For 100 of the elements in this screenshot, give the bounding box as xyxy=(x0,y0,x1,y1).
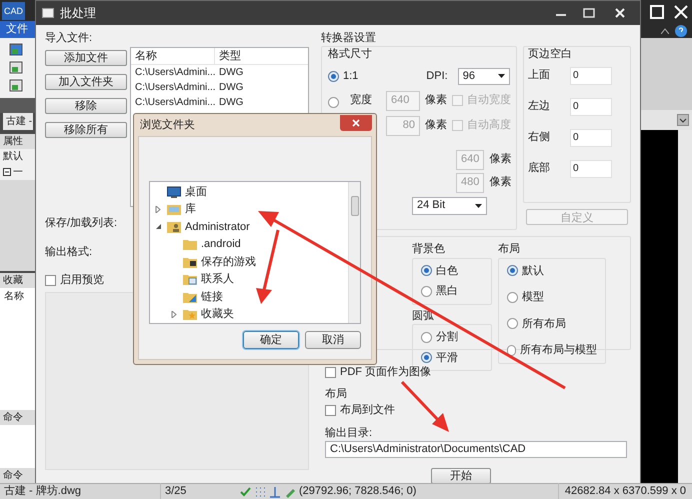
tree-item[interactable]: 桌面 xyxy=(185,184,207,200)
margin-field[interactable]: 0 xyxy=(570,160,612,178)
option-label: 默认 xyxy=(522,264,544,278)
user-folder-icon xyxy=(167,220,181,233)
radio-button[interactable] xyxy=(507,265,518,276)
action-button[interactable]: 添加文件 xyxy=(45,50,127,66)
window-icon xyxy=(42,6,54,19)
window-title: 浏览文件夹 xyxy=(139,118,195,133)
tree-item[interactable]: Administrator xyxy=(185,218,250,235)
caret-icon xyxy=(475,204,482,208)
tree-item[interactable]: 联系人 xyxy=(201,271,234,288)
close-icon xyxy=(352,119,360,127)
tree-item[interactable]: 库 xyxy=(185,201,196,218)
command-line-area xyxy=(0,424,36,468)
field-label: 保存/加载列表: xyxy=(45,216,118,231)
option-label: 白色 xyxy=(436,264,458,278)
panel-title: 收藏 xyxy=(0,272,36,288)
grid-icon[interactable] xyxy=(254,486,266,498)
color-depth-dropdown[interactable]: 24 Bit xyxy=(412,196,487,214)
toolbar-icon[interactable] xyxy=(9,78,23,92)
radio-button[interactable] xyxy=(421,265,432,276)
toolbar-icon[interactable] xyxy=(9,42,23,56)
radio-button[interactable] xyxy=(421,286,432,297)
maximize-icon[interactable] xyxy=(650,5,664,19)
folder-tree[interactable]: 桌面 库 Administrator .android 保存的游戏 联系人 链接 收藏夹 xyxy=(149,181,361,324)
expanded-arrow-icon[interactable] xyxy=(155,223,162,230)
field-label: 上面 xyxy=(528,68,551,84)
unit-label: 像素 xyxy=(489,174,512,190)
desktop-icon xyxy=(167,186,181,198)
collapsed-arrow-icon[interactable] xyxy=(155,206,162,213)
margin-field[interactable]: 0 xyxy=(570,128,612,146)
dialog-button[interactable]: 确定 xyxy=(243,331,299,349)
checkbox-label: 自动宽度 xyxy=(467,92,511,108)
window-title: 批处理 xyxy=(60,4,96,22)
scrollbar[interactable] xyxy=(678,130,692,483)
section-label: 一 xyxy=(13,166,23,180)
margin-field[interactable]: 0 xyxy=(570,98,612,116)
column-header[interactable]: 类型 xyxy=(215,48,245,64)
property-label: 默认 xyxy=(0,148,36,164)
field-label: 右侧 xyxy=(528,130,551,146)
dialog-button[interactable]: 取消 xyxy=(305,331,361,349)
tree-item[interactable]: 保存的游戏 xyxy=(201,254,256,270)
field-label: 底部 xyxy=(528,160,551,176)
checkbox[interactable] xyxy=(325,404,336,416)
column-header: 名称 xyxy=(0,288,36,306)
checkbox-label: PDF 页面作为图像 xyxy=(340,365,432,380)
scrollbar[interactable] xyxy=(348,182,360,323)
option-label: 分割 xyxy=(436,330,458,345)
close-icon[interactable] xyxy=(674,5,688,19)
option-label: 平滑 xyxy=(436,350,458,366)
table-cell-text: DWG xyxy=(218,96,244,110)
radio-button[interactable] xyxy=(328,70,339,82)
checkbox[interactable] xyxy=(45,274,56,286)
margin-field[interactable]: 0 xyxy=(570,66,612,84)
toolbar-icon[interactable] xyxy=(9,60,23,74)
table-cell-text: DWG xyxy=(218,66,244,80)
help-icon[interactable] xyxy=(675,25,687,37)
tree-item[interactable]: .android xyxy=(201,236,241,252)
output-directory-field[interactable]: C:\Users\Administrator\Documents\CAD xyxy=(325,441,627,458)
collapse-icon[interactable] xyxy=(3,168,11,176)
collapsed-arrow-icon[interactable] xyxy=(171,310,178,318)
tree-item[interactable]: 链接 xyxy=(201,288,223,305)
group-title: 页边空白 xyxy=(528,46,573,62)
checkbox-label: 启用预览 xyxy=(60,272,104,288)
app-logo: CAD xyxy=(2,2,26,20)
menu-tab[interactable]: 文件 xyxy=(0,21,36,38)
start-button[interactable]: 开始 xyxy=(431,468,491,484)
toolbar-background xyxy=(0,98,36,114)
column-header[interactable]: 名称 xyxy=(131,48,215,64)
contacts-icon xyxy=(183,273,197,286)
checkbox[interactable] xyxy=(325,366,336,378)
radio-button[interactable] xyxy=(507,318,518,330)
file-name: 古建 - 牌坊.dwg xyxy=(3,484,82,499)
radio-button[interactable] xyxy=(421,332,432,343)
snap-icon[interactable] xyxy=(239,486,251,498)
radio-button[interactable] xyxy=(507,292,518,303)
drawing-area[interactable] xyxy=(640,130,678,483)
document-tab[interactable]: 古建 - xyxy=(3,113,33,130)
coordinates: (29792.96; 7828.546; 0) xyxy=(299,484,418,499)
option-label: 黑白 xyxy=(436,284,458,299)
folder-icon xyxy=(183,256,197,268)
action-button[interactable]: 移除 xyxy=(45,98,127,114)
action-button[interactable]: 加入文件夹 xyxy=(45,74,127,90)
panel-title: 命令 xyxy=(0,410,36,425)
panel-title: 属性 xyxy=(0,134,36,149)
radio-button[interactable] xyxy=(421,352,432,364)
ortho-icon[interactable] xyxy=(269,486,281,498)
option-label: 所有布局 xyxy=(522,316,566,332)
radio-button[interactable] xyxy=(507,344,516,356)
close-button[interactable] xyxy=(340,115,372,131)
action-button[interactable]: 移除所有 xyxy=(45,122,127,138)
dpi-dropdown[interactable]: 96 xyxy=(458,68,510,84)
section-label: 导入文件: xyxy=(45,30,94,46)
caret-icon xyxy=(498,74,505,78)
field-label: 宽度 xyxy=(349,92,373,108)
tree-item[interactable]: 收藏夹 xyxy=(201,306,234,322)
field-label: 输出目录: xyxy=(324,426,374,440)
dropdown-icon[interactable] xyxy=(677,114,689,126)
radio-button[interactable] xyxy=(328,96,339,108)
up-icon[interactable] xyxy=(661,28,669,34)
